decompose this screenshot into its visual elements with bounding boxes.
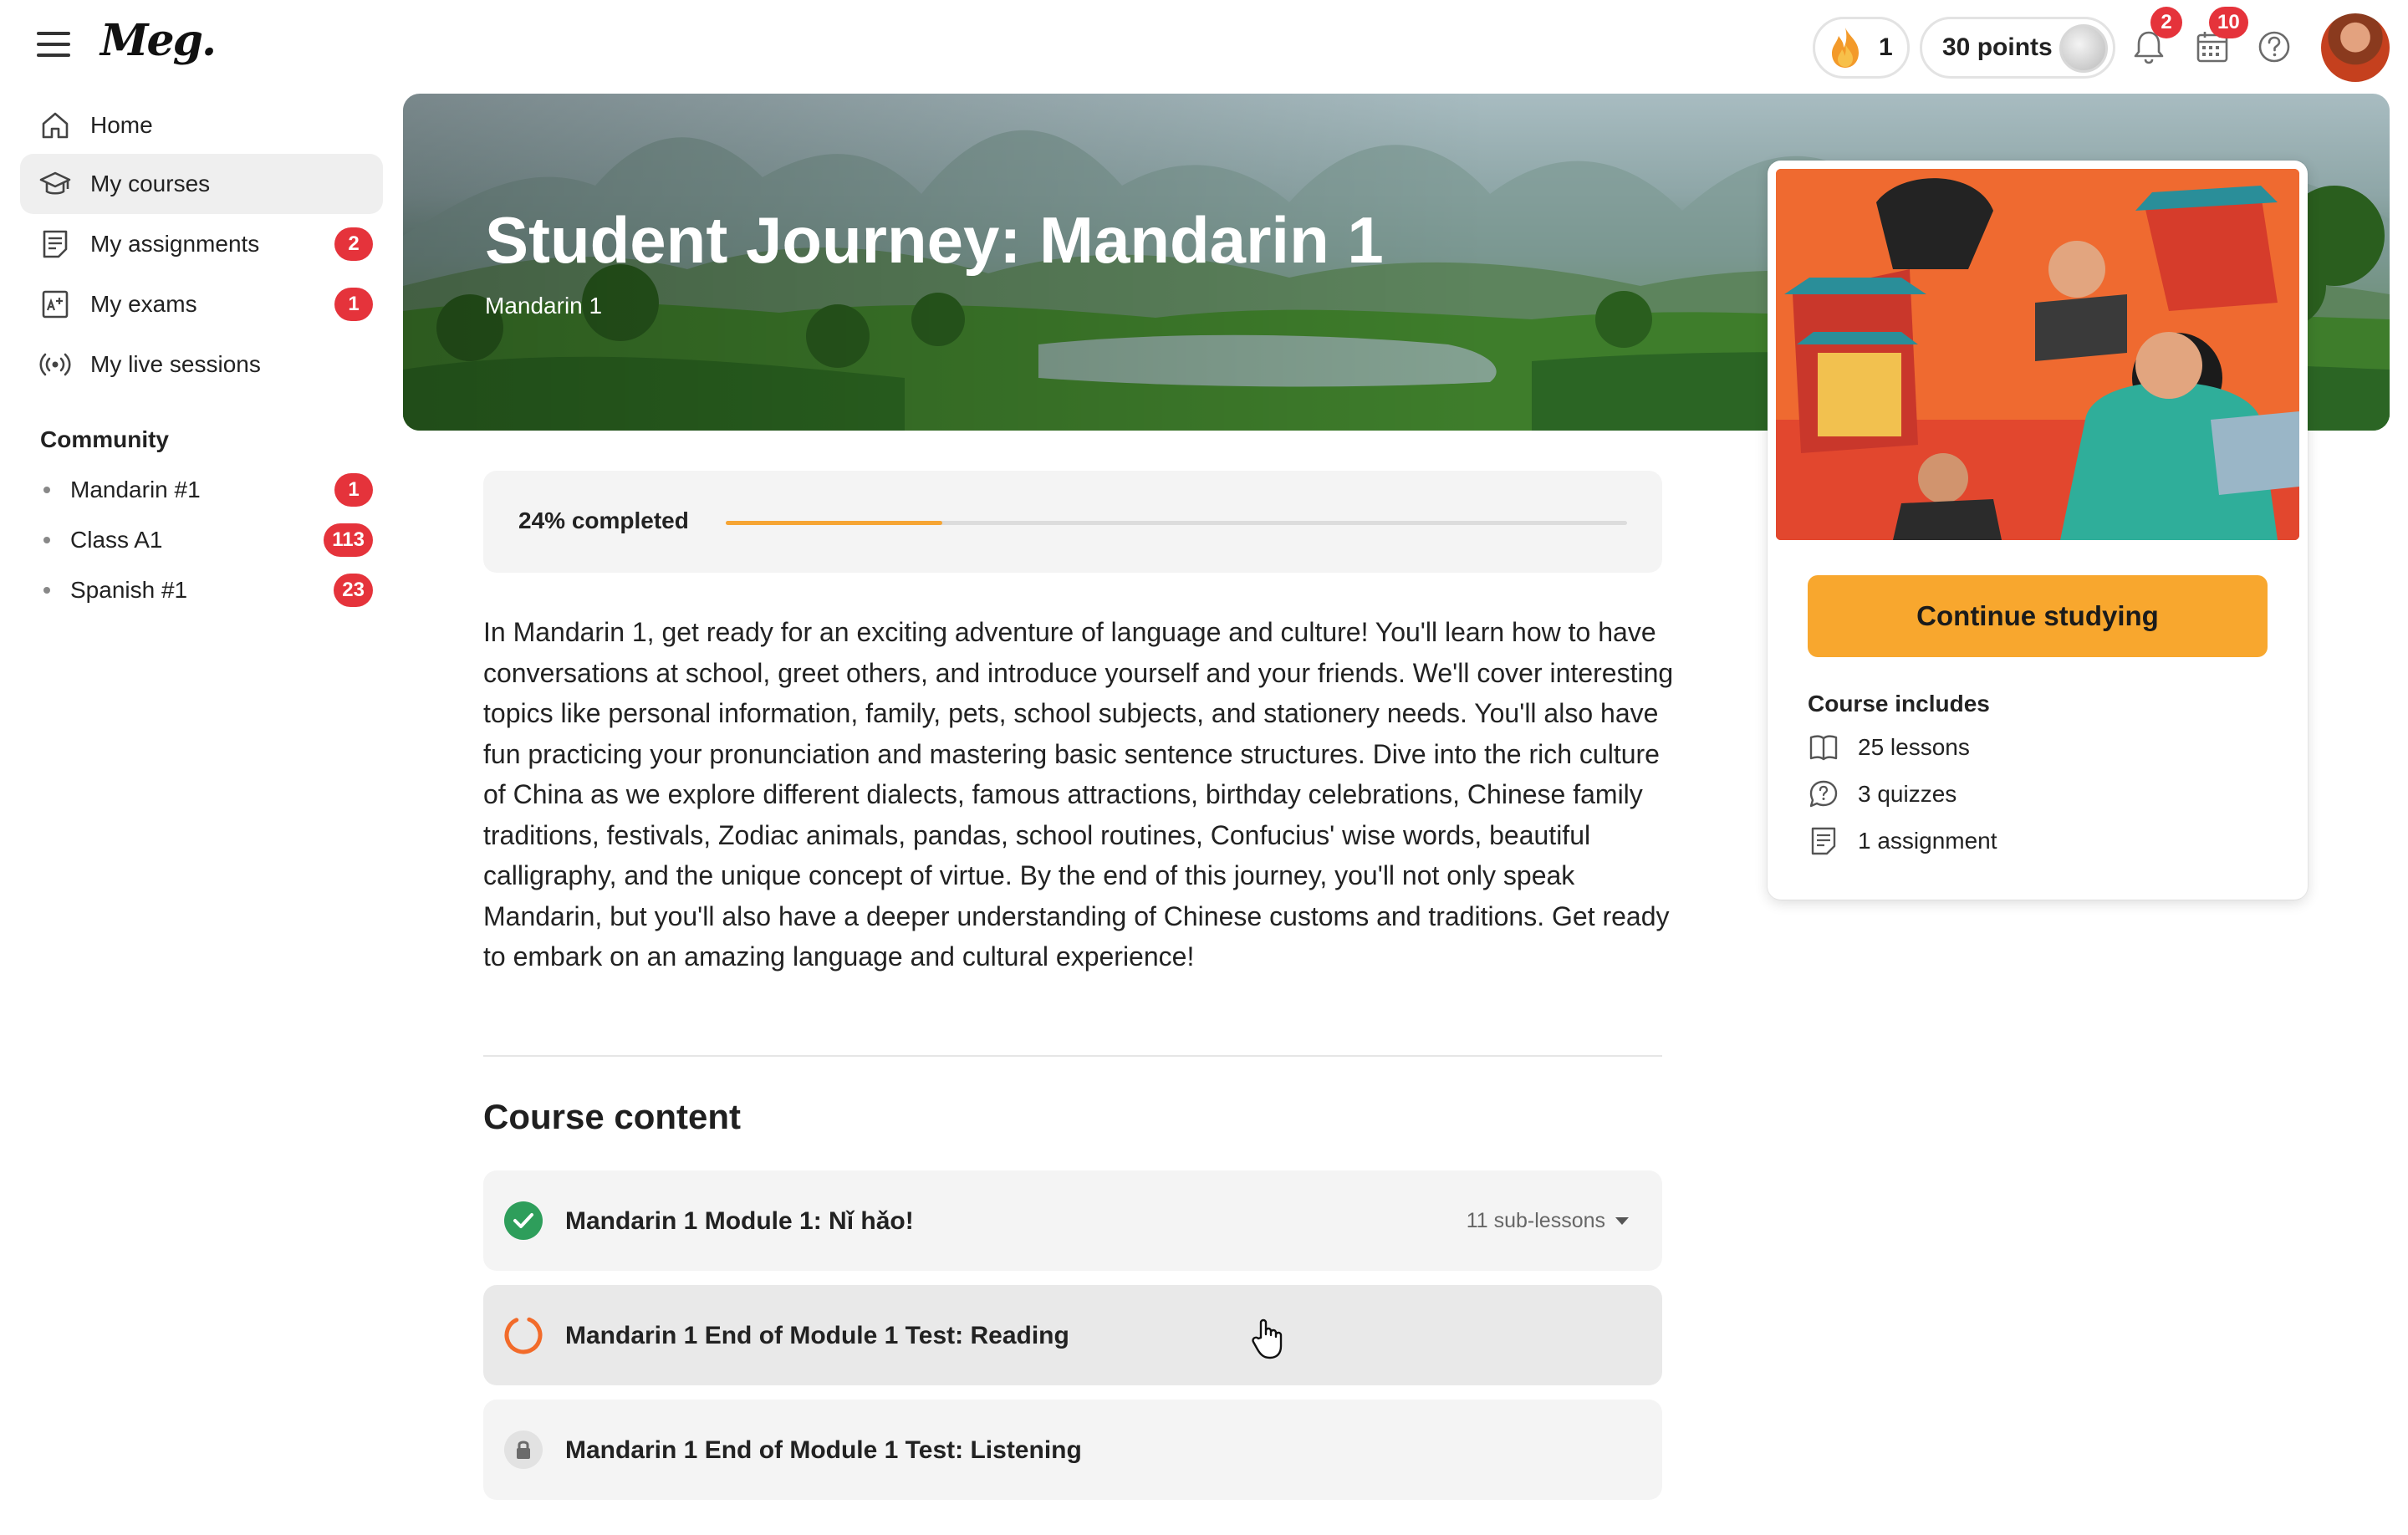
calendar-badge: 10 <box>2209 7 2248 38</box>
streak-count: 1 <box>1879 33 1893 61</box>
points-label: 30 points <box>1942 33 2053 61</box>
sidebar-item-my-courses[interactable]: My courses <box>20 154 383 214</box>
community-item-label: Spanish #1 <box>70 577 188 603</box>
lock-icon <box>504 1430 543 1469</box>
community-item-mandarin-1[interactable]: Mandarin #1 1 <box>20 467 383 513</box>
graduation-cap-icon <box>39 171 71 195</box>
quiz-icon <box>1809 780 1838 808</box>
book-icon <box>1809 735 1838 761</box>
divider <box>483 1055 1662 1057</box>
bullet <box>43 587 50 594</box>
course-progress: 24% completed <box>483 471 1662 573</box>
progress-fill <box>726 521 942 525</box>
continue-studying-button[interactable]: Continue studying <box>1808 575 2268 657</box>
include-assignments: 1 assignment <box>1808 824 1997 858</box>
app-logo[interactable]: Meg. <box>100 15 217 66</box>
community-item-label: Mandarin #1 <box>70 477 201 502</box>
progress-label: 24% completed <box>518 507 689 533</box>
hand-cursor-icon <box>1252 1318 1283 1359</box>
sidebar-item-label: Home <box>90 112 153 138</box>
medal-icon <box>2059 24 2108 73</box>
course-card: Continue studying Course includes 25 les… <box>1768 161 2308 900</box>
points-pill[interactable]: 30 points <box>1920 17 2115 79</box>
course-cover-image <box>1776 169 2299 540</box>
completed-check-icon <box>504 1201 543 1240</box>
course-includes-heading: Course includes <box>1808 691 1990 717</box>
course-title: Student Journey: Mandarin 1 <box>485 203 1384 277</box>
course-content-heading: Course content <box>483 1097 742 1136</box>
lesson-row-listening-test[interactable]: Mandarin 1 End of Module 1 Test: Listeni… <box>483 1400 1662 1500</box>
top-bar: Meg. 1 30 points 2 10 <box>0 0 2408 94</box>
lesson-title: Mandarin 1 Module 1: Nǐ hǎo! <box>565 1207 914 1235</box>
community-item-class-a1[interactable]: Class A1 113 <box>20 517 383 564</box>
course-subtitle: Mandarin 1 <box>485 293 603 319</box>
include-label: 3 quizzes <box>1858 781 1957 807</box>
sidebar-item-label: My courses <box>90 171 211 196</box>
lesson-title: Mandarin 1 End of Module 1 Test: Listeni… <box>565 1436 1082 1464</box>
bullet <box>43 487 50 493</box>
lesson-title: Mandarin 1 End of Module 1 Test: Reading <box>565 1322 1069 1349</box>
progress-bar <box>726 521 1627 525</box>
sidebar-item-my-live-sessions[interactable]: My live sessions <box>20 334 383 395</box>
lesson-row-reading-test[interactable]: Mandarin 1 End of Module 1 Test: Reading <box>483 1285 1662 1385</box>
assignments-badge: 2 <box>334 227 373 261</box>
community-badge: 113 <box>324 523 373 557</box>
help-icon[interactable] <box>2256 28 2293 65</box>
community-heading: Community <box>40 426 169 452</box>
sidebar-item-label: My exams <box>90 291 197 317</box>
community-badge: 23 <box>334 574 373 607</box>
course-description: In Mandarin 1, get ready for an exciting… <box>483 617 1674 971</box>
sidebar-item-label: My live sessions <box>90 351 261 377</box>
lesson-row-module-1[interactable]: Mandarin 1 Module 1: Nǐ hǎo! 11 sub-less… <box>483 1170 1662 1271</box>
streak-pill[interactable]: 1 <box>1813 17 1910 79</box>
chevron-down-icon <box>1615 1217 1629 1225</box>
sidebar-item-label: My assignments <box>90 231 260 257</box>
exams-badge: 1 <box>334 288 373 321</box>
exam-icon <box>42 290 69 319</box>
sub-lessons-toggle[interactable]: 11 sub-lessons <box>1467 1209 1629 1233</box>
include-label: 25 lessons <box>1858 734 1970 760</box>
include-lessons: 25 lessons <box>1808 731 1970 764</box>
include-label: 1 assignment <box>1858 828 1997 854</box>
bullet <box>43 537 50 543</box>
assignment-icon <box>1811 827 1836 855</box>
in-progress-ring-icon <box>504 1316 543 1354</box>
sidebar-item-my-assignments[interactable]: My assignments 2 <box>20 214 383 274</box>
broadcast-icon <box>39 353 71 376</box>
community-item-spanish-1[interactable]: Spanish #1 23 <box>20 567 383 614</box>
user-avatar[interactable] <box>2321 13 2390 82</box>
menu-icon[interactable] <box>37 32 70 57</box>
include-quizzes: 3 quizzes <box>1808 778 1956 811</box>
sidebar-item-my-exams[interactable]: My exams 1 <box>20 274 383 334</box>
sidebar-item-home[interactable]: Home <box>20 95 383 156</box>
home-icon <box>42 112 69 139</box>
community-item-label: Class A1 <box>70 527 163 553</box>
community-badge: 1 <box>334 473 373 507</box>
flame-icon <box>1832 28 1859 68</box>
sub-lessons-count: 11 sub-lessons <box>1466 1209 1605 1232</box>
notifications-badge: 2 <box>2150 7 2182 38</box>
cover-illustration <box>1776 169 2299 540</box>
assignment-icon <box>43 230 68 258</box>
